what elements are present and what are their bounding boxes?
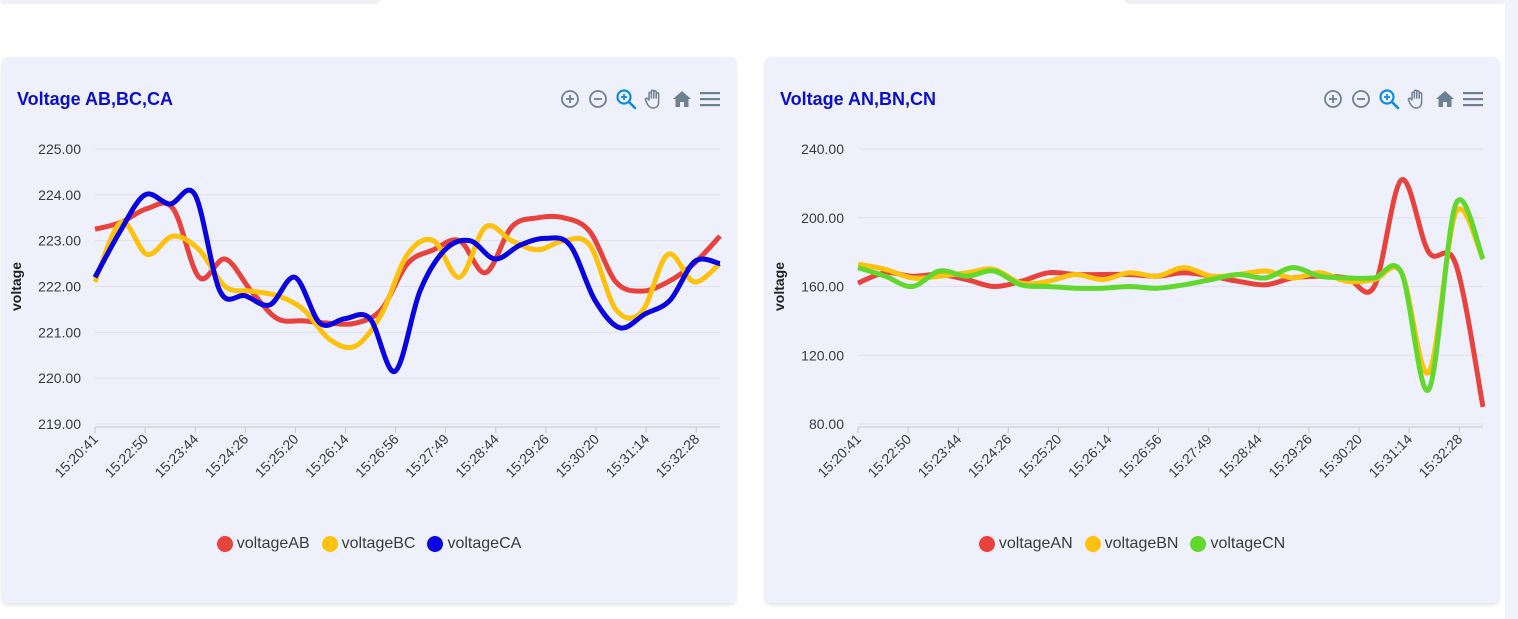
legend-item[interactable]: voltageBC: [321, 535, 416, 553]
x-tick-label: 15:25:20: [1015, 431, 1065, 481]
chart-card-phase-voltage: Voltage AN,BN,CN 80.00 120.00 160.00 200.00…: [765, 57, 1499, 603]
x-tick-label: 15:28:44: [452, 431, 502, 481]
x-tick-label: 15:23:44: [914, 431, 964, 481]
legend-label: voltageBN: [1104, 535, 1179, 552]
x-tick-label: 15:27:49: [402, 431, 452, 481]
y-axis-title: voltage: [771, 262, 787, 311]
x-tick-label: 15:22:50: [101, 431, 151, 481]
legend-marker: [1084, 536, 1101, 552]
x-tick-label: 15:20:41: [814, 431, 864, 481]
x-tick-label: 15:29:26: [502, 431, 552, 481]
plot-area[interactable]: 80.00120.00160.00200.00240.00 15:20:41 15…: [765, 57, 1499, 603]
legend-item[interactable]: voltageCN: [1190, 535, 1285, 553]
legend-marker: [427, 536, 444, 552]
x-tick-label: 15:26:14: [302, 431, 352, 481]
legend-marker: [978, 536, 995, 552]
x-tick-label: 15:27:49: [1165, 431, 1215, 481]
x-tick-label: 15:26:14: [1065, 431, 1115, 481]
chart-card-line-voltage: Voltage AB,BC,CA 219.00 220.00 221.00 222.0…: [2, 57, 736, 603]
legend-label: voltageAB: [236, 535, 310, 552]
top-panel-edge-right: [1125, 0, 1505, 4]
y-tick-label: 80.00: [809, 416, 844, 432]
series-line-voltageAN[interactable]: [857, 177, 1486, 408]
legend-label: voltageCN: [1210, 535, 1286, 552]
y-tick-label: 224.00: [38, 187, 81, 203]
x-tick-label: 15:28:44: [1215, 431, 1265, 481]
legend-item[interactable]: voltageAB: [216, 535, 310, 553]
legend-label: voltageCA: [447, 535, 522, 552]
y-tick-label: 160.00: [801, 279, 844, 295]
plot-area[interactable]: 219.00 220.00 221.00 222.00 223.00 224.00 225.…: [2, 57, 736, 603]
series-line-voltageAB[interactable]: [94, 200, 722, 327]
page-scrollbar[interactable]: [1505, 0, 1518, 619]
x-tick-label: 15:31:14: [1365, 431, 1415, 481]
x-tick-label: 15:24:26: [965, 431, 1015, 481]
series-line-voltageCA[interactable]: [92, 187, 721, 374]
legend-label: voltageAN: [998, 535, 1073, 552]
x-tick-label: 15:32:28: [652, 431, 702, 481]
y-tick-label: 120.00: [801, 347, 844, 363]
x-tick-label: 15:32:28: [1415, 431, 1465, 481]
y-tick-label: 240.00: [801, 141, 844, 157]
x-tick-label: 15:22:50: [864, 431, 914, 481]
y-tick-label: 200.00: [801, 210, 844, 226]
y-tick-label: 225.00: [38, 141, 81, 157]
x-tick-label: 15:25:20: [252, 431, 302, 481]
y-tick-label: 220.00: [38, 370, 81, 386]
x-tick-label: 15:29:26: [1265, 431, 1315, 481]
top-panel-edge-left: [0, 0, 380, 4]
legend-item[interactable]: voltageCA: [427, 535, 521, 553]
legend-marker: [321, 536, 338, 552]
chart-legend: voltageAN voltageBN voltageCN: [765, 533, 1499, 555]
legend-item[interactable]: voltageAN: [978, 535, 1073, 553]
legend-label: voltageBC: [341, 535, 416, 552]
x-tick-label: 15:30:20: [1315, 431, 1365, 481]
chart-legend: voltageAB voltageBC voltageCA: [2, 533, 736, 555]
x-tick-label: 15:23:44: [151, 431, 201, 481]
y-tick-label: 219.00: [38, 416, 81, 432]
x-tick-label: 15:31:14: [602, 431, 652, 481]
y-tick-label: 221.00: [38, 324, 81, 340]
legend-marker: [216, 536, 233, 552]
legend-item[interactable]: voltageBN: [1084, 535, 1179, 553]
x-tick-label: 15:30:20: [552, 431, 602, 481]
x-tick-label: 15:26:56: [352, 431, 402, 481]
y-tick-label: 223.00: [38, 233, 81, 249]
x-tick-label: 15:26:56: [1115, 431, 1165, 481]
x-tick-label: 15:24:26: [202, 431, 252, 481]
legend-marker: [1190, 536, 1207, 552]
y-axis-title: voltage: [8, 262, 24, 311]
y-tick-label: 222.00: [38, 279, 81, 295]
x-tick-label: 15:20:41: [51, 431, 101, 481]
